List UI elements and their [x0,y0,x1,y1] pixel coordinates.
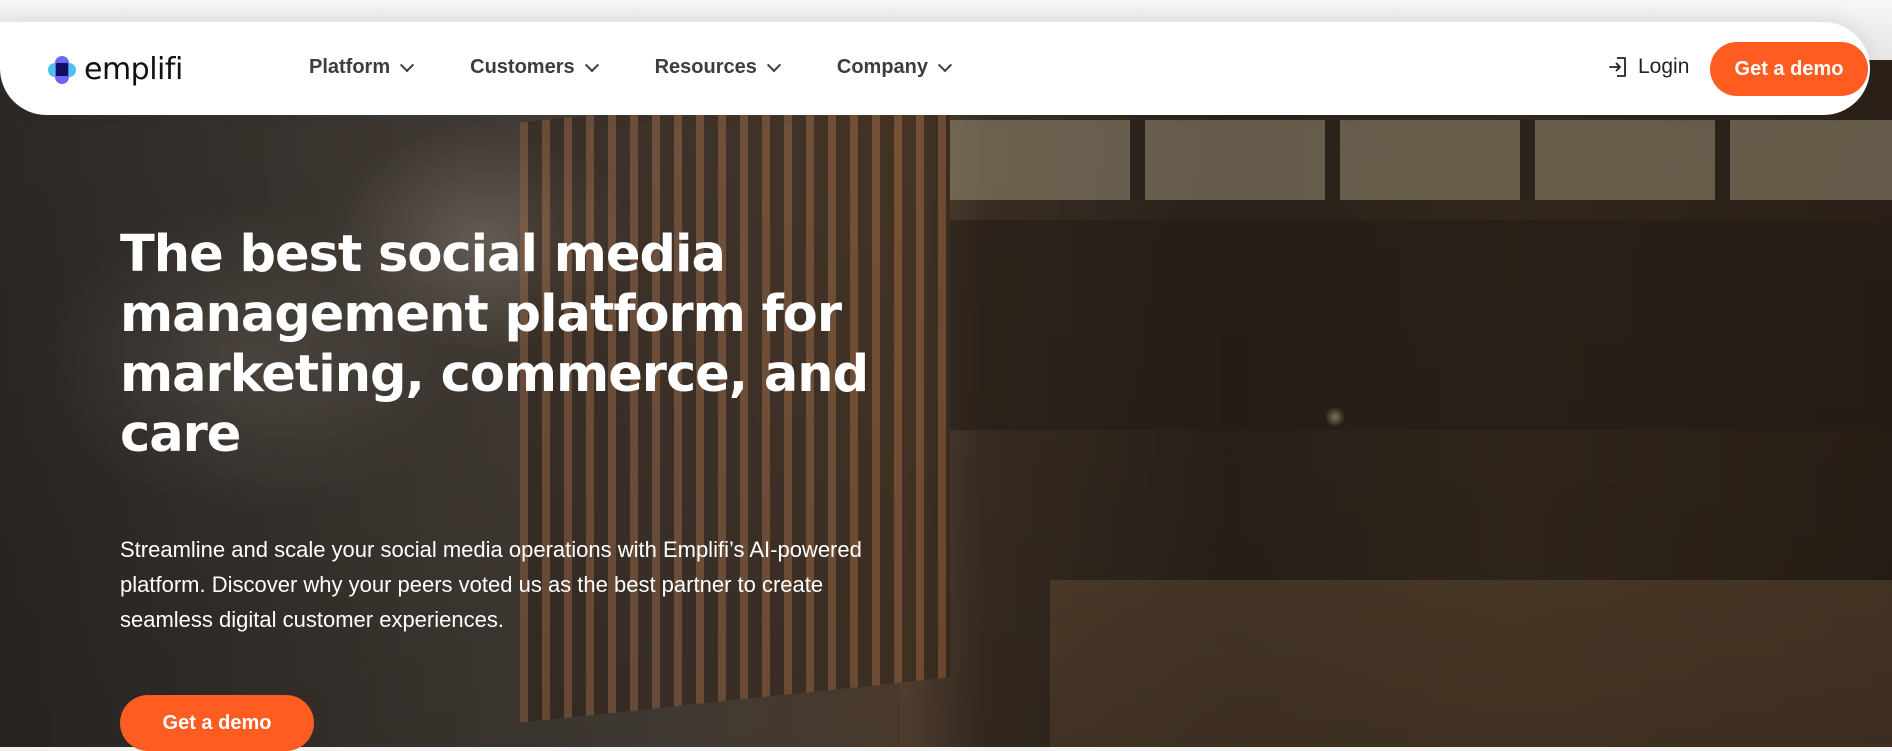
login-icon [1609,57,1626,77]
balcony-decor [950,120,1892,200]
login-label: Login [1638,55,1690,78]
menu-item-resources[interactable]: Resources [654,56,781,79]
chevron-down-icon [766,57,781,72]
logo-wordmark: emplifi [84,52,183,87]
wall-decor [950,220,1892,430]
menu-item-platform[interactable]: Platform [309,56,415,79]
main-menu: Platform Customers Resources Company [309,56,1008,79]
menu-item-label: Resources [654,56,757,78]
menu-item-label: Platform [309,56,391,78]
menu-item-label: Company [836,56,929,78]
nav-get-demo-button[interactable]: Get a demo [1710,42,1868,96]
top-navigation-bar: emplifi Platform Customers Resources Com… [0,22,1870,115]
emplifi-logo-icon [48,55,76,84]
chevron-down-icon [400,57,415,72]
hero-get-demo-button[interactable]: Get a demo [120,695,314,751]
menu-item-customers[interactable]: Customers [470,56,599,79]
chevron-down-icon [584,57,599,72]
menu-item-label: Customers [470,56,575,78]
login-link[interactable]: Login [1608,55,1689,79]
hero-headline: The best social media management platfor… [120,225,869,464]
emplifi-logo[interactable]: emplifi [48,52,183,87]
menu-item-company[interactable]: Company [836,56,953,79]
chevron-down-icon [937,57,953,72]
floor-decor [1050,580,1892,747]
hero-subtext: Streamline and scale your social media o… [120,537,862,632]
